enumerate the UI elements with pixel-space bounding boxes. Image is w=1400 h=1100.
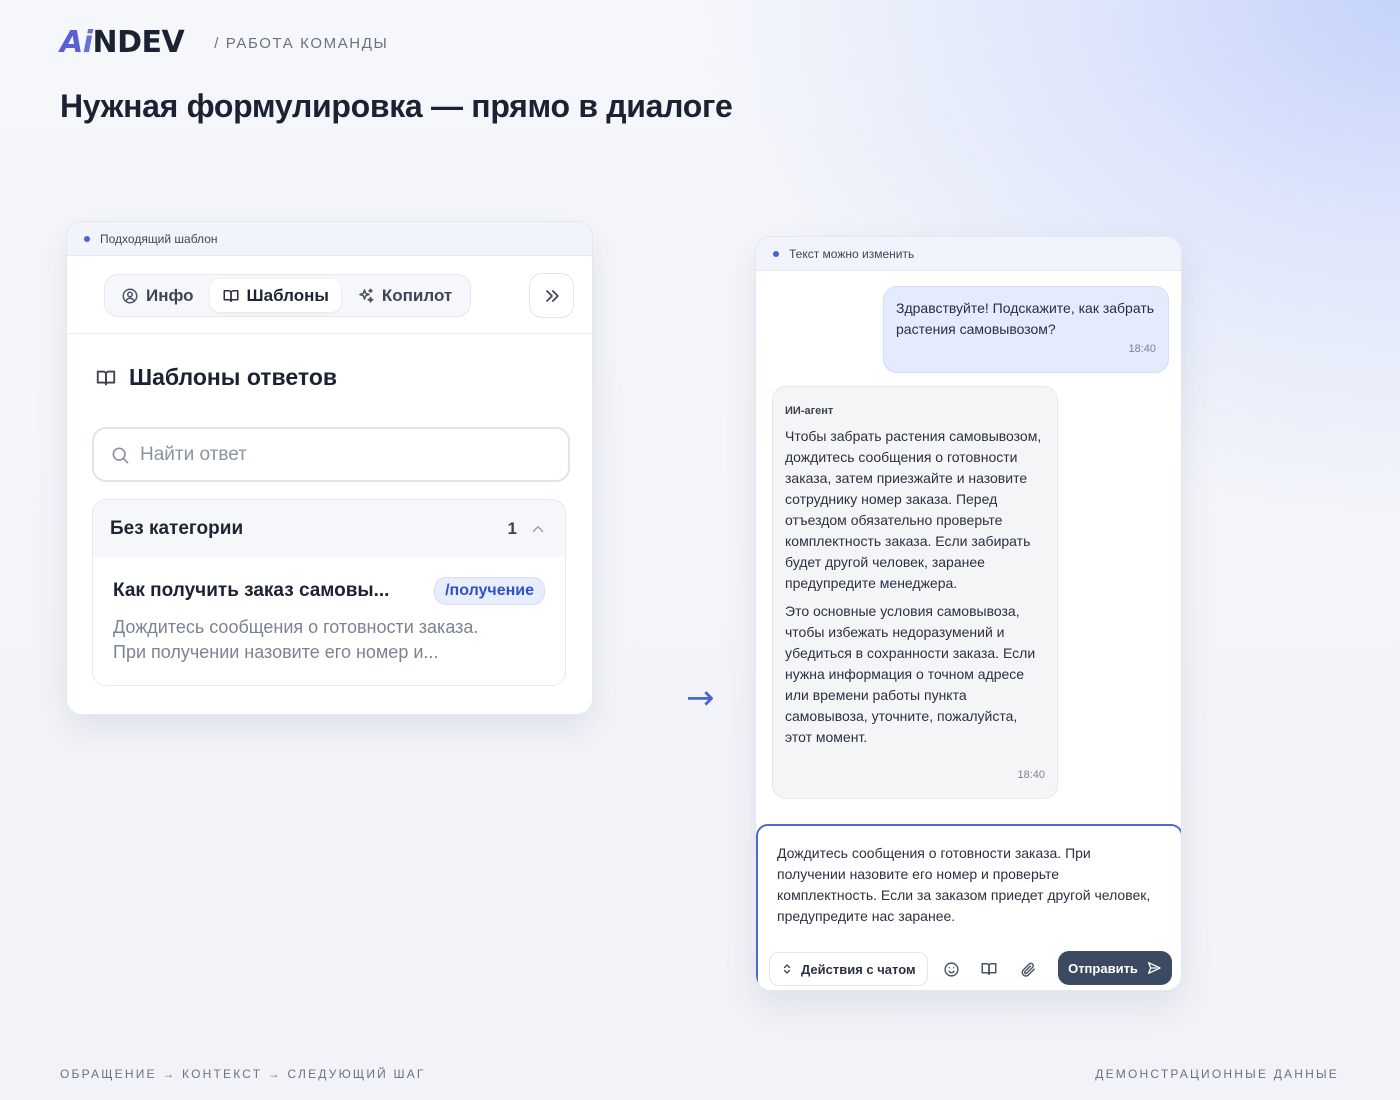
brand-header: Ai NDEV / РАБОТА КОМАНДЫ (60, 28, 388, 58)
card-header: Подходящий шаблон (67, 222, 592, 256)
card-header: Текст можно изменить (756, 237, 1181, 271)
category-count: 1 (507, 518, 517, 538)
footer-flow: ОБРАЩЕНИЕ → КОНТЕКСТ → СЛЕДУЮЩИЙ ШАГ (60, 1067, 426, 1081)
tab-templates-label: Шаблоны (246, 285, 329, 305)
send-button-label: Отправить (1068, 960, 1138, 976)
user-circle-icon (122, 288, 138, 303)
search-input[interactable] (140, 443, 560, 466)
message-time: 18:40 (1128, 343, 1156, 355)
tab-templates[interactable]: Шаблоны (209, 279, 341, 312)
status-dot (84, 235, 90, 242)
expand-panel-button[interactable] (529, 273, 574, 318)
message-time: 18:40 (1017, 769, 1045, 781)
search-icon (112, 447, 129, 463)
agent-message: ИИ-агент Чтобы забрать растения самовыво… (772, 386, 1058, 799)
footer-demo-note: ДЕМОНСТРАЦИОННЫЕ ДАННЫЕ (1095, 1067, 1339, 1081)
tab-copilot-label: Копилот (381, 285, 453, 305)
template-search (92, 427, 570, 482)
book-icon (96, 370, 116, 385)
template-description: Дождитесь сообщения о готовности заказа.… (113, 615, 545, 665)
section-label: / РАБОТА КОМАНДЫ (214, 34, 389, 52)
panel-tabs: Инфо Шаблоны Копилот (104, 274, 471, 317)
template-description-line-2: При получении назовите его номер и... (113, 642, 439, 662)
templates-button[interactable] (979, 959, 999, 979)
flow-arrow: → (686, 678, 715, 718)
chat-history: Здравствуйте! Подскажите, как забрать ра… (756, 271, 1181, 823)
composer-text[interactable]: Дождитесь сообщения о готовности заказа.… (777, 843, 1157, 927)
agent-message-paragraph-2: Это основные условия самовывоза, чтобы и… (785, 603, 1036, 745)
template-item[interactable]: Как получить заказ самовы... /получение … (93, 557, 565, 665)
message-composer[interactable]: Дождитесь сообщения о готовности заказа.… (756, 824, 1181, 990)
category-header[interactable]: Без категории 1 (93, 500, 565, 557)
tabs-bar: Инфо Шаблоны Копилот (67, 256, 592, 334)
paperclip-icon (1021, 962, 1035, 977)
logo-letter-i: i (82, 25, 93, 60)
attach-button[interactable] (1018, 959, 1038, 979)
chevrons-right-icon (545, 289, 559, 302)
agent-name: ИИ-агент (785, 405, 834, 417)
templates-panel-card: Подходящий шаблон Инфо Шаблоны Копилот Ш… (66, 221, 593, 715)
send-button[interactable]: Отправить (1058, 951, 1172, 985)
emoji-icon (943, 961, 959, 977)
templates-title-text: Шаблоны ответов (129, 364, 338, 390)
templates-section-title: Шаблоны ответов (95, 364, 337, 391)
category-name: Без категории (110, 517, 244, 539)
tab-info-label: Инфо (146, 285, 194, 305)
logo-letter-a: A (60, 25, 83, 60)
send-icon (1147, 962, 1161, 974)
chevrons-up-down-icon (783, 964, 791, 974)
aindev-logo: Ai NDEV (60, 25, 185, 60)
template-description-line-1: Дождитесь сообщения о готовности заказа. (113, 617, 479, 637)
status-dot (773, 250, 779, 257)
category-meta: 1 (508, 519, 547, 539)
chevron-up-icon[interactable] (529, 520, 547, 538)
card-header-label: Подходящий шаблон (100, 231, 218, 246)
chat-actions-label: Действия с чатом (801, 961, 916, 977)
user-message-text: Здравствуйте! Подскажите, как забрать ра… (896, 300, 1155, 337)
tab-info[interactable]: Инфо (109, 279, 206, 312)
emoji-button[interactable] (941, 959, 961, 979)
agent-message-paragraph-1: Чтобы забрать растения самовывозом, дожд… (785, 428, 1042, 591)
user-message: Здравствуйте! Подскажите, как забрать ра… (883, 286, 1169, 373)
template-item-header: Как получить заказ самовы... /получение (113, 577, 545, 605)
chat-card: Текст можно изменить Здравствуйте! Подск… (755, 236, 1182, 991)
chat-actions-button[interactable]: Действия с чатом (769, 952, 928, 986)
card-header-label: Текст можно изменить (789, 246, 915, 261)
page-title: Нужная формулировка — прямо в диалоге (60, 88, 733, 124)
template-title: Как получить заказ самовы... (113, 580, 390, 601)
book-icon (981, 963, 997, 975)
tab-copilot[interactable]: Копилот (345, 279, 464, 312)
book-icon (223, 289, 239, 302)
template-shortcut-tag: /получение (434, 577, 545, 605)
logo-letters-ndev: NDEV (92, 25, 185, 60)
template-category: Без категории 1 Как получить заказ самов… (92, 499, 566, 686)
sparkles-icon (359, 288, 374, 303)
